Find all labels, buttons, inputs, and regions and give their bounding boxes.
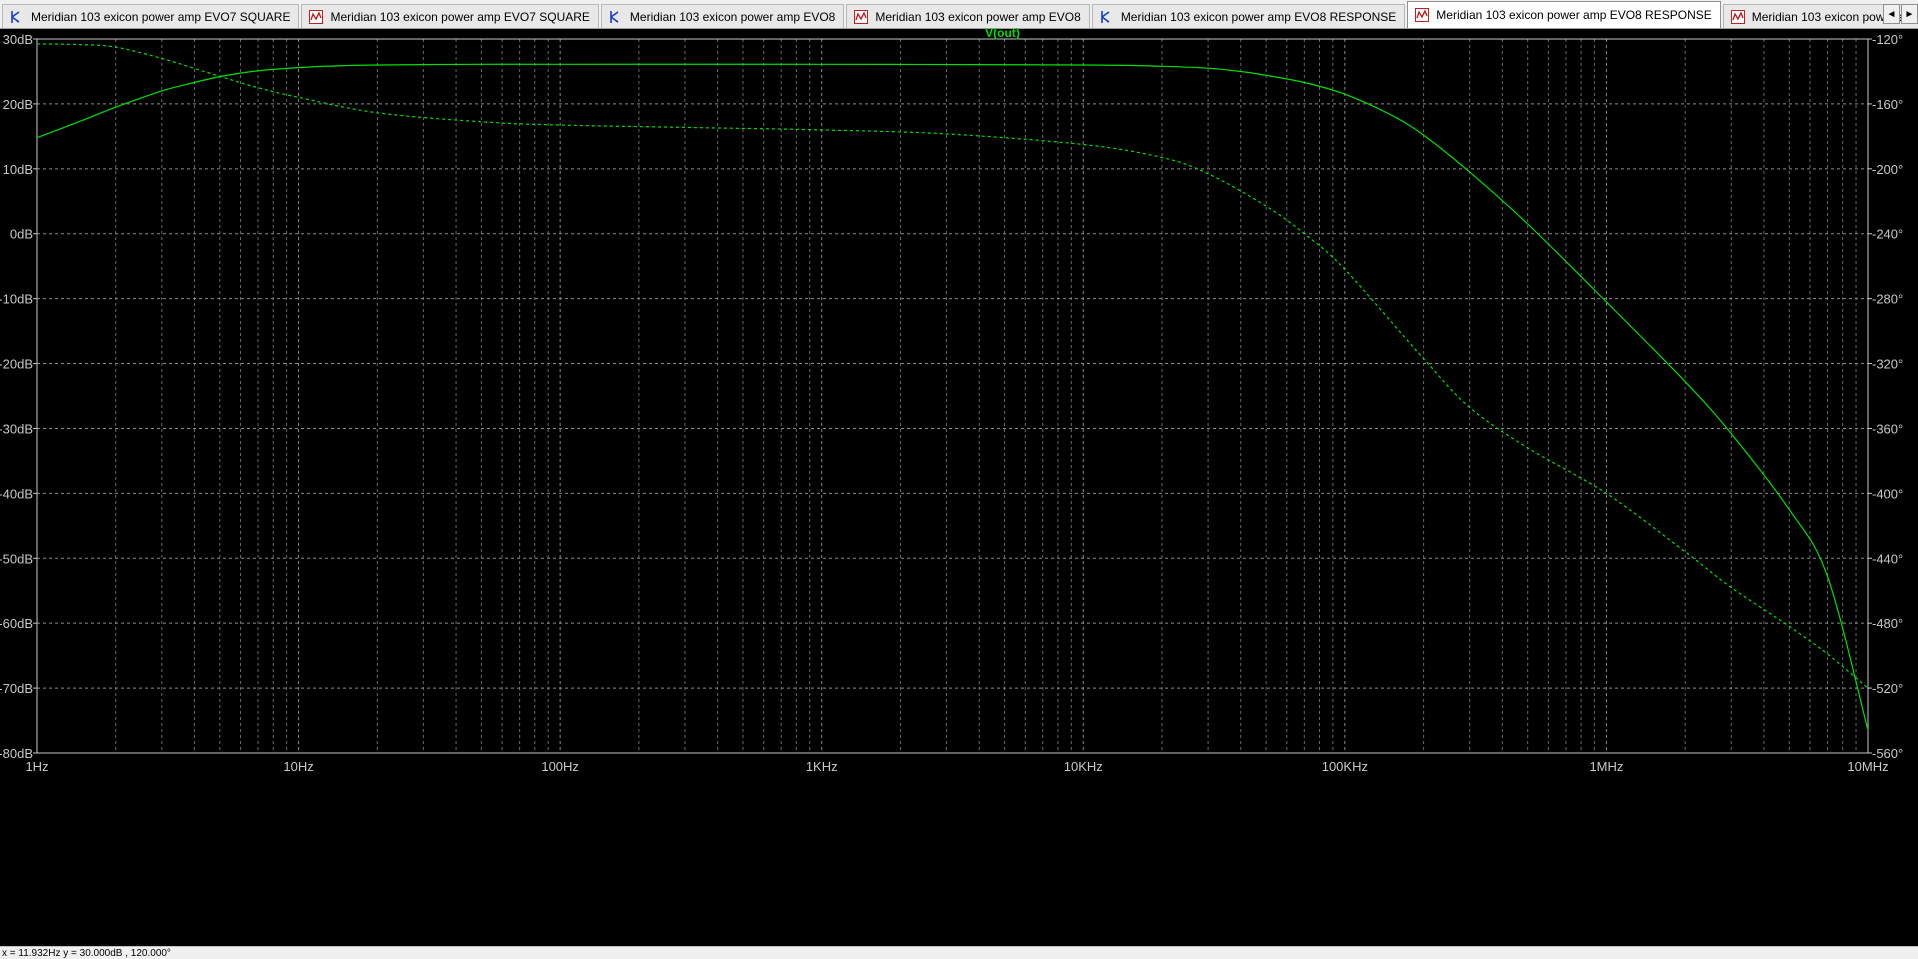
cursor-readout: x = 11.932Hz y = 30.000dB , 120.000° xyxy=(2,948,171,959)
waveform-plot[interactable]: 1Hz 10Hz 100Hz 1KHz 10KHz 100KHz 1MHz 10MHz 30dB… xyxy=(0,28,1918,946)
tab-6[interactable]: Meridian 103 exicon power amp EVO8 RESPO… xyxy=(1407,1,1721,28)
y-right-tick-label: -560° xyxy=(1872,746,1903,761)
y-right-tick-label: -400° xyxy=(1872,486,1903,501)
magnitude-trace xyxy=(36,63,1869,731)
schematic-icon xyxy=(610,10,619,23)
y-right-tick-label: -120° xyxy=(1872,32,1903,47)
tab-scroll-left-button[interactable]: ◄ xyxy=(1883,4,1900,24)
plot-frame xyxy=(36,38,1869,754)
tab-label: Meridian 103 exicon power amp EVO7 SQUAR… xyxy=(330,9,590,24)
tab-2[interactable]: Meridian 103 exicon power amp EVO7 SQUAR… xyxy=(301,4,599,28)
waveform-icon xyxy=(1730,9,1745,24)
schematic-icon xyxy=(11,10,20,23)
y-left-tick-label: -50dB xyxy=(0,551,33,566)
trace-title[interactable]: V(out) xyxy=(985,28,1020,40)
y-left-tick-label: -30dB xyxy=(0,421,33,436)
x-tick-label: 100KHz xyxy=(1322,759,1368,774)
tab-label: Meridian 103 exicon power amp EVO8 xyxy=(629,9,836,24)
status-bar: x = 11.932Hz y = 30.000dB , 120.000° xyxy=(0,946,1918,959)
tab-5[interactable]: Meridian 103 exicon power amp EVO8 RESPO… xyxy=(1091,4,1406,28)
waveform-icon xyxy=(854,9,869,24)
tab-scroll-controls: ◄ ► xyxy=(1883,4,1918,24)
y-right-tick-label: -160° xyxy=(1872,97,1903,112)
tab-3[interactable]: Meridian 103 exicon power amp EVO8 xyxy=(600,4,845,28)
y-right-tick-label: -360° xyxy=(1872,421,1903,436)
y-right-tick-label: -200° xyxy=(1872,162,1903,177)
tab-label: Meridian 103 exicon power amp EVO7 SQUAR… xyxy=(31,9,291,24)
tab-label: Meridian 103 exicon power amp EVO8 RESPO… xyxy=(1436,8,1712,22)
y-left-tick-label: 30dB xyxy=(3,32,33,47)
tab-1[interactable]: Meridian 103 exicon power amp EVO7 SQUAR… xyxy=(2,4,300,28)
y-left-tick-label: -10dB xyxy=(0,292,33,307)
y-left-tick-label: -60dB xyxy=(0,616,33,631)
y-right-tick-label: -320° xyxy=(1872,357,1903,372)
phase-trace xyxy=(36,43,1869,689)
y-right-tick-label: -520° xyxy=(1872,681,1903,696)
tab-label: Meridian 103 exicon power amp EVO8 xyxy=(875,9,1081,24)
waveform-icon xyxy=(309,9,324,24)
x-tick-label: 1MHz xyxy=(1589,759,1623,774)
waveform-icon xyxy=(1415,8,1430,22)
x-tick-label: 1KHz xyxy=(806,759,838,774)
y-right-tick-label: -280° xyxy=(1872,292,1903,307)
y-right-tick-label: -440° xyxy=(1872,551,1903,566)
tab-label: Meridian 103 exicon power amp EVO8 RESPO… xyxy=(1120,9,1397,24)
x-tick-label: 10MHz xyxy=(1847,759,1888,774)
y-left-tick-label: -70dB xyxy=(0,681,33,696)
schematic-icon xyxy=(1101,10,1110,23)
y-left-tick-label: -20dB xyxy=(0,357,33,372)
y-left-tick-label: 20dB xyxy=(3,97,33,112)
y-right-tick-label: -480° xyxy=(1872,616,1903,631)
x-tick-label: 10Hz xyxy=(283,759,313,774)
x-tick-label: 10KHz xyxy=(1064,759,1103,774)
x-tick-label: 100Hz xyxy=(541,759,579,774)
y-left-tick-label: 0dB xyxy=(10,227,33,242)
tab-scroll-right-button[interactable]: ► xyxy=(1901,4,1918,24)
y-right-tick-label: -240° xyxy=(1872,227,1903,242)
tab-4[interactable]: Meridian 103 exicon power amp EVO8 xyxy=(846,4,1090,28)
y-left-tick-label: -40dB xyxy=(0,486,33,501)
tab-list: Meridian 103 exicon power amp EVO7 SQUAR… xyxy=(0,0,1918,28)
y-left-tick-label: 10dB xyxy=(3,162,33,177)
y-left-tick-label: -80dB xyxy=(0,746,33,761)
x-tick-label: 1Hz xyxy=(25,759,48,774)
document-tab-bar: Meridian 103 exicon power amp EVO7 SQUAR… xyxy=(0,0,1918,29)
